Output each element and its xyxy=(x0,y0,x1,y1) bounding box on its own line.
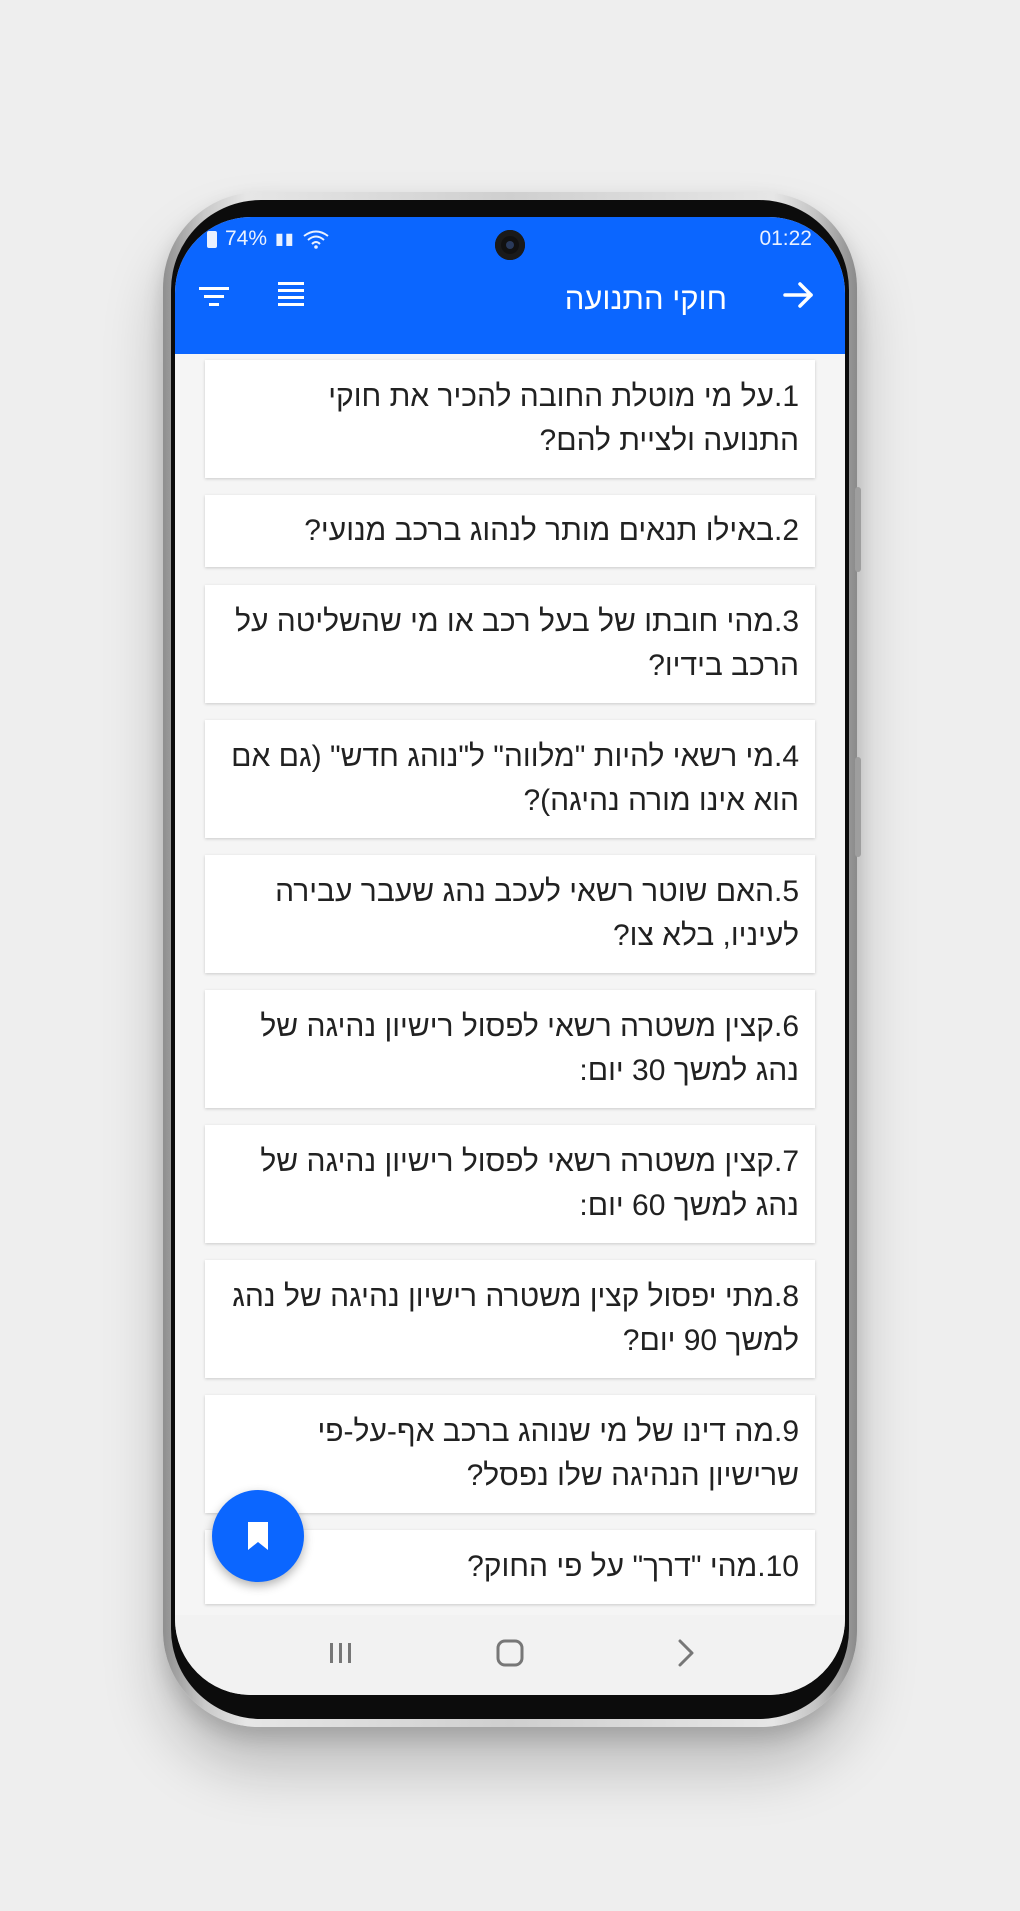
battery-icon xyxy=(207,230,217,248)
bookmark-button[interactable] xyxy=(212,1490,304,1582)
question-text: 5.האם שוטר רשאי לעכב נהג שעבר עבירה לעינ… xyxy=(275,875,799,952)
battery-level: 74% xyxy=(225,227,268,250)
question-text: 2.באילו תנאים מותר לנהוג ברכב מנועי? xyxy=(304,514,799,547)
question-text: 6.קצין משטרה רשאי לפסול רישיון נהיגה של … xyxy=(260,1010,799,1087)
question-card[interactable]: 7.קצין משטרה רשאי לפסול רישיון נהיגה של … xyxy=(205,1125,815,1243)
home-icon[interactable] xyxy=(492,1635,528,1671)
question-card[interactable]: 5.האם שוטר רשאי לעכב נהג שעבר עבירה לעינ… xyxy=(205,855,815,973)
question-text: 1.על מי מוטלת החובה להכיר את חוקי התנועה… xyxy=(328,380,799,457)
front-camera xyxy=(495,230,525,260)
back-arrow-icon[interactable] xyxy=(781,277,817,313)
app-bar: 74% ▮▮ 01:22 חוקי התנועה xyxy=(175,217,845,354)
filter-icon[interactable] xyxy=(197,279,231,313)
system-nav-bar xyxy=(175,1615,845,1695)
question-text: 4.מי רשאי להיות "מלווה" ל"נוהג חדש" (גם … xyxy=(231,740,799,817)
side-button xyxy=(855,757,861,857)
back-icon[interactable] xyxy=(668,1635,704,1671)
question-text: 3.מהי חובתו של בעל רכב או מי שהשליטה על … xyxy=(235,605,799,682)
status-bar-left: 74% ▮▮ xyxy=(207,227,329,251)
page-title: חוקי התנועה xyxy=(564,281,727,316)
bookmark-icon xyxy=(248,1522,268,1550)
question-text: 7.קצין משטרה רשאי לפסול רישיון נהיגה של … xyxy=(260,1145,799,1222)
list-icon[interactable] xyxy=(275,279,307,311)
signal-icon: ▮▮ xyxy=(275,231,295,248)
wifi-icon xyxy=(303,230,329,249)
question-card[interactable]: 3.מהי חובתו של בעל רכב או מי שהשליטה על … xyxy=(205,585,815,703)
side-button xyxy=(855,487,861,572)
recent-apps-icon[interactable] xyxy=(322,1635,358,1671)
question-card[interactable]: 4.מי רשאי להיות "מלווה" ל"נוהג חדש" (גם … xyxy=(205,720,815,838)
question-text: 9.מה דינו של מי שנוהג ברכב אף-על-פי שריש… xyxy=(317,1415,799,1492)
question-text: 10.מהי "דרך" על פי החוק? xyxy=(467,1550,799,1583)
question-list[interactable]: 1.על מי מוטלת החובה להכיר את חוקי התנועה… xyxy=(175,354,845,1615)
question-card[interactable]: 1.על מי מוטלת החובה להכיר את חוקי התנועה… xyxy=(205,360,815,478)
question-card[interactable]: 2.באילו תנאים מותר לנהוג ברכב מנועי? xyxy=(205,495,815,567)
status-time: 01:22 xyxy=(759,227,812,250)
question-card[interactable]: 8.מתי יפסול קצין משטרה רישיון נהיגה של נ… xyxy=(205,1260,815,1378)
question-text: 8.מתי יפסול קצין משטרה רישיון נהיגה של נ… xyxy=(232,1280,799,1357)
question-card[interactable]: 6.קצין משטרה רשאי לפסול רישיון נהיגה של … xyxy=(205,990,815,1108)
screen: 74% ▮▮ 01:22 חוקי התנועה 1.על מי מוטלת ה… xyxy=(175,217,845,1695)
question-card[interactable]: 9.מה דינו של מי שנוהג ברכב אף-על-פי שריש… xyxy=(205,1395,815,1513)
